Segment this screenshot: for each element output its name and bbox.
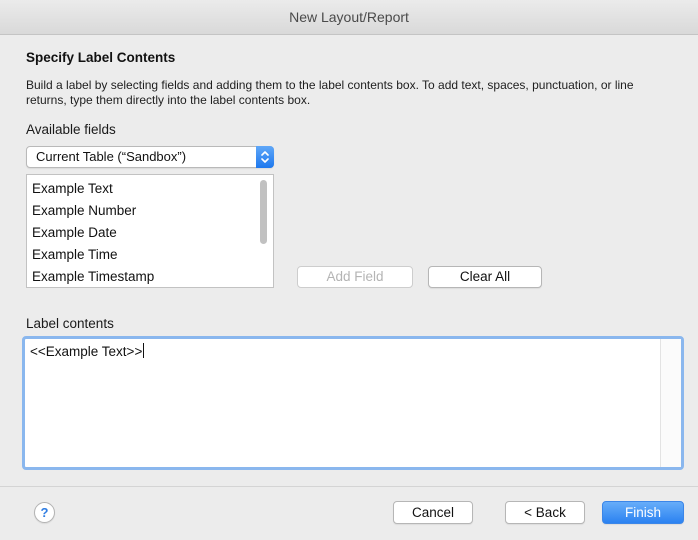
text-caret xyxy=(143,343,145,358)
list-item[interactable]: Example Number xyxy=(32,200,136,222)
footer-divider xyxy=(0,486,698,487)
label-contents-label: Label contents xyxy=(26,316,114,331)
clear-all-button[interactable]: Clear All xyxy=(428,266,542,288)
label-contents-text: <<Example Text>> xyxy=(30,343,145,361)
new-layout-report-dialog: New Layout/Report Specify Label Contents… xyxy=(0,0,698,540)
list-item[interactable]: Example Text xyxy=(32,178,113,200)
list-item[interactable]: Example Time xyxy=(32,244,118,266)
cancel-button[interactable]: Cancel xyxy=(393,501,473,524)
label-contents-value: <<Example Text>> xyxy=(30,344,143,359)
up-down-chevron-icon[interactable] xyxy=(256,146,274,168)
label-contents-scrollbar[interactable] xyxy=(660,339,681,467)
up-down-chevron-icon-glyph xyxy=(261,151,269,163)
list-item[interactable]: Example Date xyxy=(32,222,117,244)
window-title: New Layout/Report xyxy=(0,0,698,35)
available-fields-label: Available fields xyxy=(26,122,116,137)
back-button[interactable]: < Back xyxy=(505,501,585,524)
list-item[interactable]: Example Timestamp xyxy=(32,266,154,287)
available-fields-list[interactable]: Example Text Example Number Example Date… xyxy=(26,174,274,288)
add-field-button[interactable]: Add Field xyxy=(297,266,413,288)
question-mark-icon[interactable]: ? xyxy=(34,502,55,523)
section-title: Specify Label Contents xyxy=(26,50,176,65)
list-scrollbar[interactable] xyxy=(260,180,267,244)
finish-button[interactable]: Finish xyxy=(602,501,684,524)
section-description: Build a label by selecting fields and ad… xyxy=(26,78,634,107)
label-contents-textarea[interactable]: <<Example Text>> xyxy=(22,336,684,470)
table-select[interactable]: Current Table (“Sandbox”) xyxy=(26,146,274,168)
table-select-value: Current Table (“Sandbox”) xyxy=(36,149,187,164)
